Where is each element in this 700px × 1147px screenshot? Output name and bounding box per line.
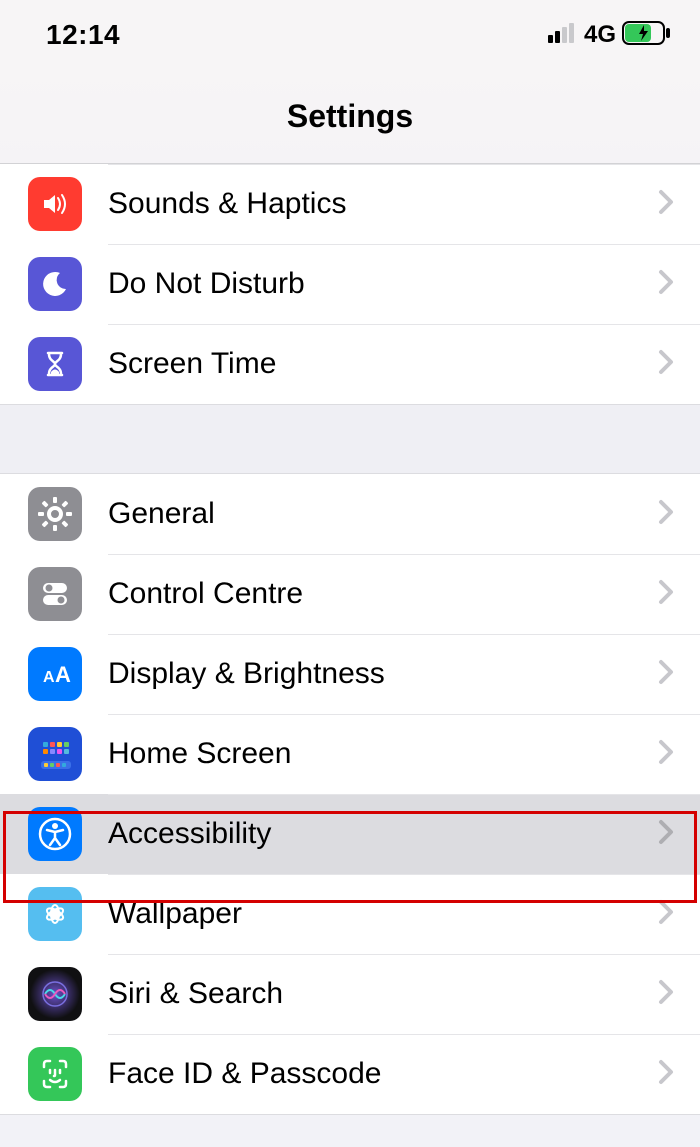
chevron-right-icon — [658, 819, 674, 850]
accessibility-icon — [28, 807, 82, 861]
chevron-right-icon — [658, 349, 674, 380]
home-grid-icon — [28, 727, 82, 781]
row-label: Face ID & Passcode — [82, 1057, 658, 1091]
row-display-brightness[interactable]: A A Display & Brightness — [0, 634, 700, 714]
face-id-icon — [28, 1047, 82, 1101]
network-label: 4G — [584, 21, 616, 49]
settings-group: Sounds & Haptics Do Not Disturb Screen T… — [0, 164, 700, 405]
text-size-icon: A A — [28, 647, 82, 701]
switches-icon — [28, 567, 82, 621]
chevron-right-icon — [658, 899, 674, 930]
page-title: Settings — [287, 98, 413, 135]
row-label: Display & Brightness — [82, 657, 658, 691]
row-sounds-haptics[interactable]: Sounds & Haptics — [0, 164, 700, 244]
chevron-right-icon — [658, 189, 674, 220]
moon-icon — [28, 257, 82, 311]
flower-icon — [28, 887, 82, 941]
speaker-icon — [28, 177, 82, 231]
row-wallpaper[interactable]: Wallpaper — [0, 874, 700, 954]
row-general[interactable]: General — [0, 474, 700, 554]
chevron-right-icon — [658, 269, 674, 300]
row-control-centre[interactable]: Control Centre — [0, 554, 700, 634]
row-label: Control Centre — [82, 577, 658, 611]
status-bar: 12:14 4G — [0, 0, 700, 70]
battery-charging-icon — [622, 21, 672, 50]
chevron-right-icon — [658, 579, 674, 610]
row-do-not-disturb[interactable]: Do Not Disturb — [0, 244, 700, 324]
row-label: Screen Time — [82, 347, 658, 381]
settings-header: Settings — [0, 70, 700, 164]
row-accessibility[interactable]: Accessibility — [0, 794, 700, 874]
row-label: Siri & Search — [82, 977, 658, 1011]
row-label: Do Not Disturb — [82, 267, 658, 301]
settings-list[interactable]: Sounds & Haptics Do Not Disturb Screen T… — [0, 164, 700, 1115]
settings-group: General Control Centre A — [0, 473, 700, 1115]
row-label: General — [82, 497, 658, 531]
row-home-screen[interactable]: Home Screen — [0, 714, 700, 794]
chevron-right-icon — [658, 739, 674, 770]
chevron-right-icon — [658, 1059, 674, 1090]
row-face-id-passcode[interactable]: Face ID & Passcode — [0, 1034, 700, 1114]
status-indicators: 4G — [548, 21, 672, 50]
svg-text:A: A — [55, 662, 71, 687]
siri-icon — [28, 967, 82, 1021]
chevron-right-icon — [658, 659, 674, 690]
row-screen-time[interactable]: Screen Time — [0, 324, 700, 404]
svg-text:A: A — [43, 669, 55, 686]
row-label: Home Screen — [82, 737, 658, 771]
cellular-signal-icon — [548, 23, 578, 48]
chevron-right-icon — [658, 499, 674, 530]
row-siri-search[interactable]: Siri & Search — [0, 954, 700, 1034]
row-label: Accessibility — [82, 817, 658, 851]
row-label: Wallpaper — [82, 897, 658, 931]
hourglass-icon — [28, 337, 82, 391]
gear-icon — [28, 487, 82, 541]
chevron-right-icon — [658, 979, 674, 1010]
status-time: 12:14 — [46, 19, 120, 51]
row-label: Sounds & Haptics — [82, 187, 658, 221]
